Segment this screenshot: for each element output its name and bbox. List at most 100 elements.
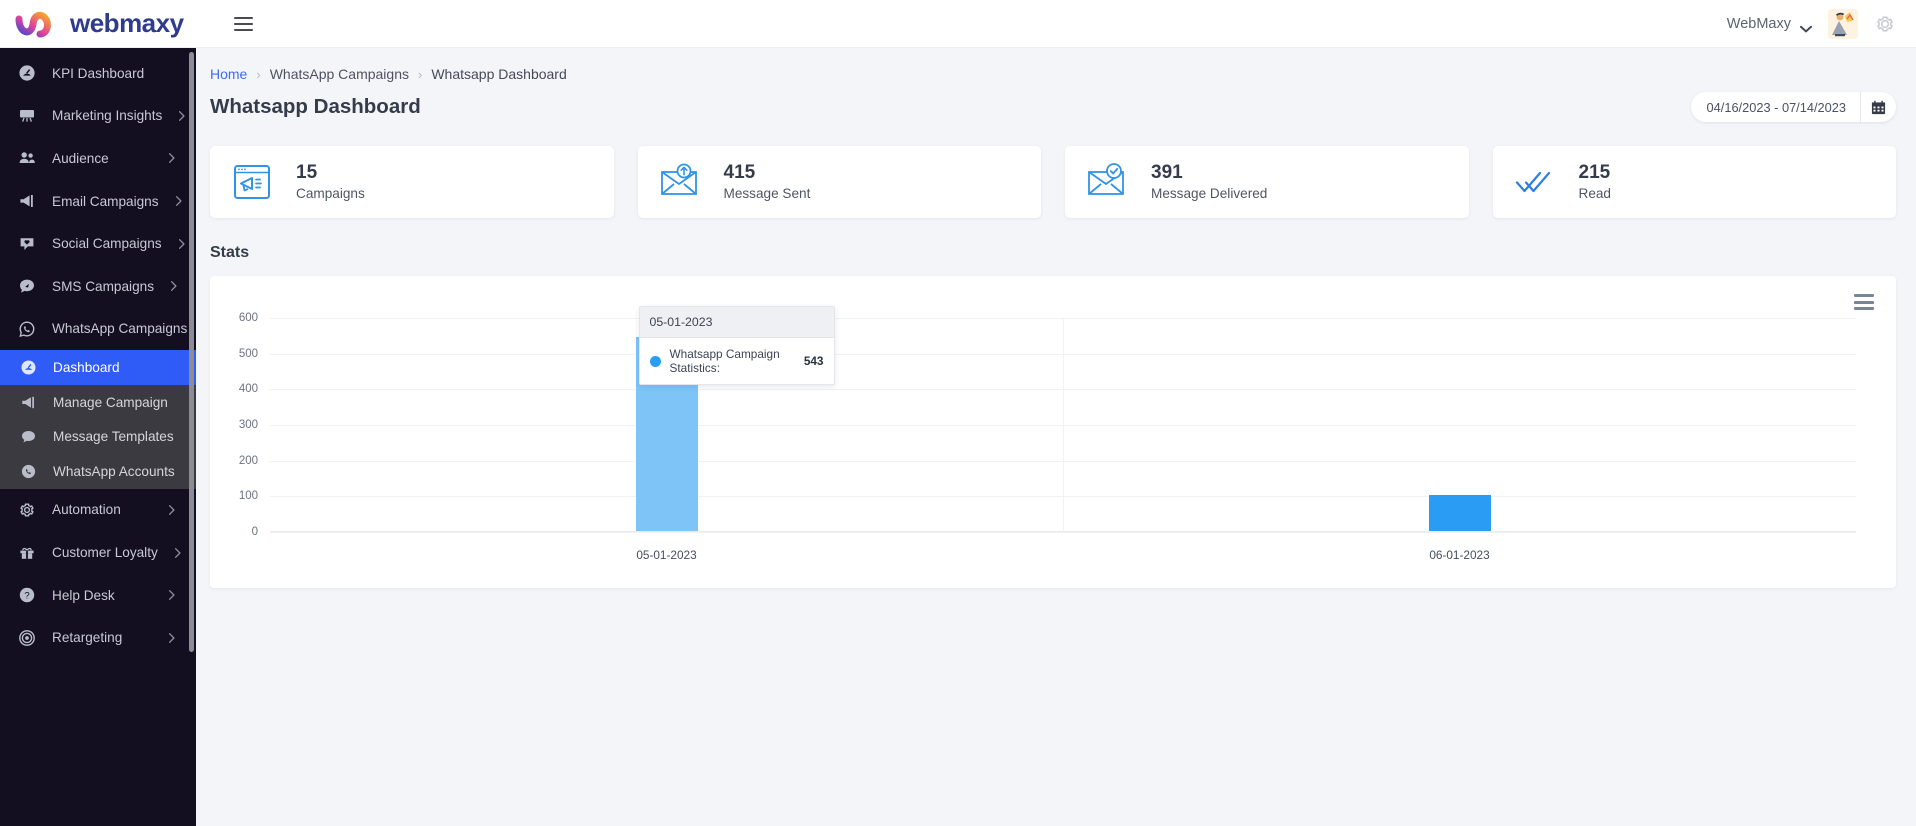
- chat-bubble-icon: [20, 428, 37, 446]
- stat-card-message-sent[interactable]: 415 Message Sent: [637, 146, 1041, 218]
- chart-plot-inner: 0 100 200 300 400 500 600 05-01-2023 06-01-2023: [239, 312, 1856, 562]
- sidebar-item-dashboard[interactable]: Dashboard: [0, 350, 196, 386]
- chart-bar[interactable]: [1428, 495, 1491, 531]
- chart-y-axis-tick: 400: [238, 383, 258, 396]
- webmaxy-logo-icon: [14, 7, 60, 41]
- chat-heart-icon: [18, 235, 36, 253]
- stat-card-text: 215 Read: [1579, 161, 1612, 203]
- sidebar-item-label: KPI Dashboard: [52, 65, 145, 81]
- sidebar-item-label: Help Desk: [52, 587, 115, 603]
- date-range-value: 04/16/2023 - 07/14/2023: [1706, 99, 1846, 115]
- chart-x-axis-tick: 06-01-2023: [1429, 548, 1490, 562]
- target-icon: [18, 629, 36, 647]
- chevron-right-icon: [168, 589, 182, 601]
- svg-text:?: ?: [24, 591, 29, 602]
- stat-card-value: 415: [723, 161, 756, 183]
- chart-menu-icon[interactable]: [1854, 294, 1874, 310]
- sidebar-item-social-campaigns[interactable]: Social Campaigns: [0, 222, 196, 265]
- sidebar-scrollbar[interactable]: [189, 52, 194, 652]
- user-name-label: WebMaxy: [1726, 15, 1791, 32]
- menu-toggle-icon[interactable]: [234, 11, 260, 37]
- sidebar-item-label: Social Campaigns: [52, 236, 162, 252]
- chevron-right-icon: [175, 195, 183, 207]
- chart-gridline: [270, 532, 1856, 533]
- sidebar-item-whatsapp-accounts[interactable]: WhatsApp Accounts: [0, 454, 196, 489]
- stat-card-text: 15 Campaigns: [296, 161, 365, 203]
- presentation-board-icon: [18, 107, 36, 125]
- main-content: Home › WhatsApp Campaigns › Whatsapp Das…: [196, 48, 1916, 826]
- stat-card-read[interactable]: 215 Read: [1492, 146, 1896, 218]
- stat-card-text: 391 Message Delivered: [1151, 161, 1267, 203]
- tooltip-series-dot-icon: [649, 355, 661, 367]
- chart-y-axis-tick: 600: [238, 312, 258, 324]
- page-header-row: Whatsapp Dashboard 04/16/2023 - 07/14/20…: [196, 82, 1916, 122]
- stat-card-message-delivered[interactable]: 391 Message Delivered: [1065, 146, 1469, 218]
- sidebar-item-label: Automation: [52, 502, 121, 518]
- stat-card-text: 415 Message Sent: [724, 161, 811, 203]
- user-account-menu[interactable]: WebMaxy: [1727, 16, 1812, 32]
- whatsapp-icon: [20, 462, 37, 480]
- speedometer-icon: [18, 64, 36, 82]
- sidebar-item-retargeting[interactable]: Retargeting: [0, 616, 196, 659]
- chart-category-divider: [1063, 318, 1064, 532]
- chevron-right-icon: [168, 504, 182, 516]
- sidebar-item-label: SMS Campaigns: [52, 278, 154, 294]
- chart-y-axis-tick: 300: [238, 419, 258, 431]
- chart-y-axis-tick: 200: [238, 454, 258, 467]
- envelope-check-icon: [1085, 160, 1129, 204]
- sidebar-item-manage-campaign[interactable]: Manage Campaign: [0, 385, 196, 420]
- avatar[interactable]: [1828, 8, 1858, 39]
- breadcrumb-separator: ›: [256, 66, 261, 82]
- chart-x-axis-tick: 05-01-2023: [636, 548, 697, 562]
- sidebar-item-help-desk[interactable]: ? Help Desk: [0, 574, 196, 617]
- breadcrumb-current: Whatsapp Dashboard: [431, 66, 567, 82]
- envelope-up-arrow-icon: [658, 160, 702, 204]
- whatsapp-campaigns-submenu: Dashboard Manage Campaign Message Templa…: [0, 350, 196, 489]
- sidebar-item-automation[interactable]: Automation: [0, 489, 196, 532]
- sms-bubble-icon: [18, 277, 36, 295]
- question-circle-icon: ?: [18, 586, 36, 604]
- chart-plot-area: 0 100 200 300 400 500 600 05-01-2023 06-01-2023: [239, 312, 1856, 562]
- brand-name: webmaxy: [70, 8, 184, 38]
- chevron-right-icon: [170, 280, 182, 292]
- sidebar-item-customer-loyalty[interactable]: Customer Loyalty: [0, 531, 196, 574]
- chevron-right-icon: [168, 632, 182, 644]
- top-bar-actions: WebMaxy: [1727, 8, 1916, 39]
- chevron-right-icon: [178, 238, 186, 250]
- chevron-right-icon: [174, 547, 182, 559]
- stat-cards: 15 Campaigns 415 Message Sent 391 Messag…: [196, 122, 1916, 218]
- megaphone-icon: [18, 192, 36, 210]
- stat-card-label: Message Delivered: [1151, 185, 1268, 201]
- double-check-icon: [1513, 160, 1557, 204]
- body-container: KPI Dashboard Marketing Insights Audienc…: [0, 48, 1916, 826]
- sidebar-item-label: Marketing Insights: [52, 108, 163, 124]
- stat-card-label: Read: [1578, 185, 1612, 201]
- breadcrumb-home[interactable]: Home: [210, 66, 247, 82]
- stat-card-label: Message Sent: [723, 185, 811, 201]
- breadcrumb: Home › WhatsApp Campaigns › Whatsapp Das…: [196, 48, 1916, 82]
- tooltip-series-label: Whatsapp Campaign Statistics:: [669, 347, 780, 376]
- sidebar-item-email-campaigns[interactable]: Email Campaigns: [0, 180, 196, 223]
- brand-logo[interactable]: webmaxy: [0, 0, 228, 48]
- sidebar-item-label: Audience: [52, 150, 109, 166]
- browser-megaphone-icon: [230, 160, 274, 204]
- sidebar-item-kpi-dashboard[interactable]: KPI Dashboard: [0, 52, 196, 95]
- sidebar-item-sms-campaigns[interactable]: SMS Campaigns: [0, 265, 196, 308]
- sidebar-item-label: Retargeting: [52, 630, 123, 646]
- sidebar-item-message-templates[interactable]: Message Templates: [0, 419, 196, 455]
- chart-y-axis-tick: 500: [238, 347, 258, 360]
- sidebar-item-label: Customer Loyalty: [52, 545, 158, 561]
- sidebar-item-marketing-insights[interactable]: Marketing Insights: [0, 95, 196, 138]
- chart-tooltip: 05-01-2023 Whatsapp Campaign Statistics:…: [638, 306, 835, 386]
- date-range-picker[interactable]: 04/16/2023 - 07/14/2023: [1690, 92, 1896, 122]
- sidebar-item-whatsapp-campaigns[interactable]: WhatsApp Campaigns: [0, 308, 196, 351]
- stat-card-value: 215: [1578, 161, 1611, 183]
- stat-card-campaigns[interactable]: 15 Campaigns: [210, 146, 614, 218]
- sidebar-item-audience[interactable]: Audience: [0, 137, 196, 180]
- breadcrumb-section[interactable]: WhatsApp Campaigns: [270, 66, 409, 82]
- calendar-icon[interactable]: [1860, 92, 1896, 122]
- stat-card-value: 15: [296, 161, 318, 183]
- chart-y-axis-tick: 100: [238, 490, 258, 503]
- settings-gear-icon[interactable]: [1874, 13, 1896, 35]
- breadcrumb-separator: ›: [418, 66, 423, 82]
